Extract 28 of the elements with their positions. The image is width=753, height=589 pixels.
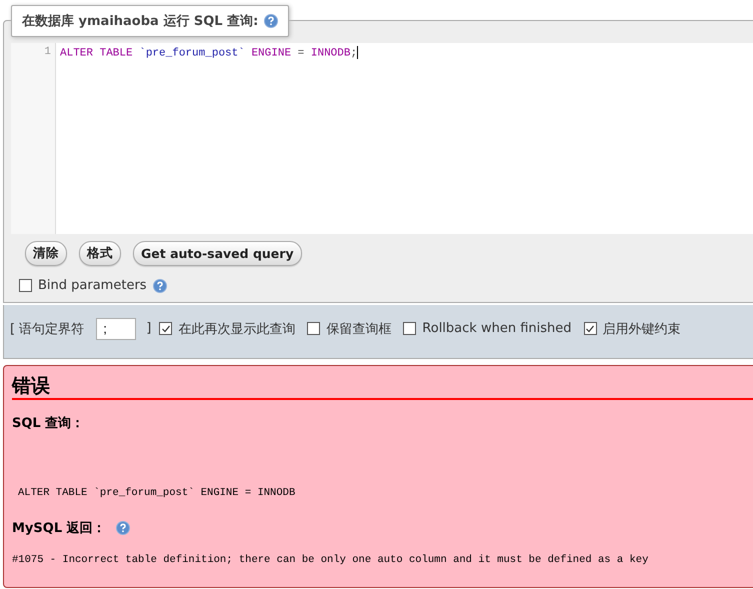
help-icon[interactable] <box>152 278 167 292</box>
code-line: ALTER TABLE `pre_forum_post` ENGINE = INNODB; <box>60 46 360 60</box>
line-gutter: 1 <box>11 43 56 234</box>
action-button[interactable]: 清除 <box>25 241 67 266</box>
error-title: 错误 <box>12 374 753 400</box>
help-icon[interactable] <box>116 521 130 535</box>
checkbox-label: 保留查询框 <box>326 320 392 338</box>
checkbox-label: Bind parameters <box>38 278 147 293</box>
query-heading: SQL 查询： <box>12 415 86 432</box>
help-icon[interactable] <box>264 14 278 28</box>
delimiter-field[interactable]: ; <box>96 318 136 340</box>
checkbox[interactable] <box>307 322 320 335</box>
legend-title: 在数据库 ymaihaoba 运行 SQL 查询: <box>22 12 258 30</box>
action-button[interactable]: Get auto-saved query <box>133 241 302 266</box>
return-heading: MySQL 返回： <box>12 520 106 537</box>
bracket-text: ] <box>146 321 152 336</box>
checkbox[interactable] <box>19 279 32 292</box>
delimiter-label: [ 语句定界符 <box>10 320 84 338</box>
query-text: ALTER TABLE `pre_forum_post` ENGINE = INNODB <box>17 487 296 499</box>
checkbox-label: 启用外键约束 <box>602 320 680 338</box>
checkbox-label: 在此再次显示此查询 <box>178 320 296 338</box>
error-message: #1075 - Incorrect table definition; there can be only one auto column and it must be defined as a key <box>12 554 650 566</box>
action-button[interactable]: 格式 <box>79 241 121 266</box>
checkbox-label: Rollback when finished <box>422 321 572 336</box>
checkbox[interactable] <box>159 322 172 335</box>
sql-editor[interactable]: 1 ALTER TABLE `pre_forum_post` ENGINE = INNODB; <box>11 43 753 234</box>
checkbox[interactable] <box>584 322 596 335</box>
checkbox[interactable] <box>403 322 416 335</box>
